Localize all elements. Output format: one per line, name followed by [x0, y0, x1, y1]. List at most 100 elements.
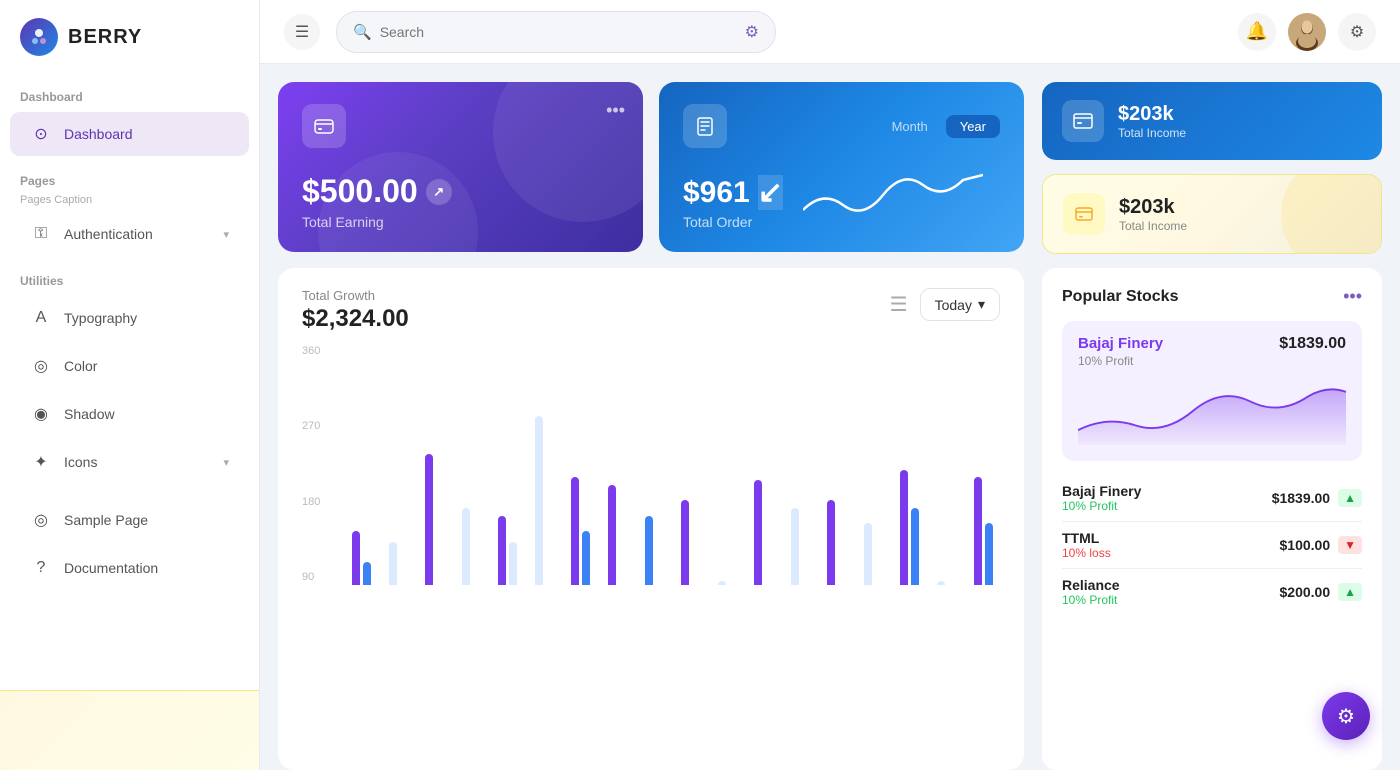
- top-cards: ••• $500.00 ↗ Total Earning: [278, 82, 1024, 252]
- sidebar-item-icons-label: Icons: [64, 454, 97, 470]
- bar: [509, 542, 517, 585]
- income-card-blue: $203k Total Income: [1042, 82, 1382, 160]
- order-amount: $961 ↙: [683, 175, 783, 210]
- bar: [864, 523, 872, 585]
- sidebar-item-documentation[interactable]: ? Documentation: [10, 546, 249, 590]
- bar-chart: 360 270 180 90: [302, 345, 1000, 585]
- earning-card-menu-icon[interactable]: •••: [606, 100, 625, 121]
- utilities-section-label: Utilities: [0, 258, 259, 294]
- bar-group: [571, 477, 598, 585]
- bar: [352, 531, 360, 585]
- sidebar-item-color-label: Color: [64, 358, 97, 374]
- sidebar-item-typography[interactable]: A Typography: [10, 296, 249, 340]
- sidebar-item-color[interactable]: ◎ Color: [10, 344, 249, 388]
- sidebar-item-auth-label: Authentication: [64, 226, 153, 242]
- stock-name: Reliance: [1062, 577, 1120, 593]
- sidebar-item-sample-page[interactable]: ◎ Sample Page: [10, 498, 249, 542]
- bar-group: [681, 500, 708, 585]
- bar-group: [900, 470, 927, 585]
- income-yellow-amount: $203k: [1119, 196, 1187, 219]
- hamburger-button[interactable]: ☰: [284, 14, 320, 50]
- income-yellow-label: Total Income: [1119, 219, 1187, 233]
- user-avatar[interactable]: [1288, 13, 1326, 51]
- sidebar-item-typography-label: Typography: [64, 310, 137, 326]
- sidebar: BERRY Dashboard ⊙ Dashboard Pages Pages …: [0, 0, 260, 770]
- header-settings-button[interactable]: ⚙: [1338, 13, 1376, 51]
- chart-title: Total Growth: [302, 288, 409, 303]
- tab-month[interactable]: Month: [878, 115, 942, 138]
- bar: [985, 523, 993, 585]
- logo-icon: [20, 18, 58, 56]
- featured-stock-name: Bajaj Finery: [1078, 335, 1163, 352]
- bar: [582, 531, 590, 585]
- bar: [535, 416, 543, 585]
- bar: [608, 485, 616, 585]
- tab-year[interactable]: Year: [946, 115, 1000, 138]
- sidebar-item-dashboard[interactable]: ⊙ Dashboard: [10, 112, 249, 156]
- sidebar-item-authentication[interactable]: ⚿ Authentication ▾: [10, 212, 249, 256]
- bar-group: [791, 508, 818, 585]
- bar: [911, 508, 919, 585]
- stock-rows: Bajaj Finery 10% Profit $1839.00 ▲ TTML …: [1062, 475, 1362, 615]
- logo-text: BERRY: [68, 26, 142, 49]
- earning-trend-icon: ↗: [426, 179, 452, 205]
- featured-stock-box: Bajaj Finery 10% Profit $1839.00: [1062, 321, 1362, 461]
- sidebar-item-sample-label: Sample Page: [64, 512, 148, 528]
- featured-stock-chart: [1078, 376, 1346, 446]
- bar-group: [645, 516, 672, 585]
- bar-group: [754, 480, 781, 585]
- chart-menu-icon[interactable]: ☰: [890, 292, 908, 317]
- today-button[interactable]: Today ▾: [920, 288, 1000, 321]
- stock-info: TTML 10% loss: [1062, 530, 1111, 560]
- settings-icon: ⚙: [1350, 22, 1364, 42]
- bar: [937, 581, 945, 585]
- stock-trend-badge: ▼: [1338, 536, 1362, 554]
- color-icon: ◎: [30, 355, 52, 377]
- bar: [681, 500, 689, 585]
- bell-icon: 🔔: [1246, 21, 1268, 42]
- bar-group: [864, 523, 891, 585]
- bar: [900, 470, 908, 585]
- stocks-menu-icon[interactable]: •••: [1343, 286, 1362, 307]
- stock-price: $100.00: [1280, 537, 1331, 553]
- order-card: Month Year $961 ↙ Total Order: [659, 82, 1024, 252]
- sidebar-item-icons[interactable]: ✦ Icons ▾: [10, 440, 249, 484]
- chevron-down-icon: ▾: [978, 296, 985, 313]
- bar-group: [608, 485, 635, 585]
- bar-group: [389, 542, 416, 585]
- stocks-header: Popular Stocks •••: [1062, 286, 1362, 307]
- bar: [754, 480, 762, 585]
- income-blue-icon: [1062, 100, 1104, 142]
- bar-group: [535, 416, 562, 585]
- bar-group: [937, 581, 964, 585]
- income-blue-label: Total Income: [1118, 126, 1186, 140]
- chart-header: Total Growth $2,324.00 ☰ Today ▾: [302, 288, 1000, 333]
- sidebar-item-docs-label: Documentation: [64, 560, 158, 576]
- fab-icon: ⚙: [1337, 704, 1355, 729]
- typography-icon: A: [30, 307, 52, 329]
- stock-price: $1839.00: [1272, 490, 1330, 506]
- notification-button[interactable]: 🔔: [1238, 13, 1276, 51]
- sidebar-bottom-card: [0, 690, 259, 770]
- sidebar-item-shadow-label: Shadow: [64, 406, 115, 422]
- bar-group: [827, 500, 854, 585]
- sidebar-item-dashboard-label: Dashboard: [64, 126, 133, 142]
- bar: [363, 562, 371, 585]
- order-label: Total Order: [683, 214, 783, 230]
- auth-chevron-icon: ▾: [223, 228, 229, 241]
- chart-amount: $2,324.00: [302, 305, 409, 333]
- stock-sub: 10% Profit: [1062, 593, 1120, 607]
- search-icon: 🔍: [353, 23, 372, 41]
- bar-group: [974, 477, 1001, 585]
- auth-icon: ⚿: [30, 223, 52, 245]
- fab-button[interactable]: ⚙: [1322, 692, 1370, 740]
- bar: [791, 508, 799, 585]
- bar: [974, 477, 982, 585]
- logo-area: BERRY: [0, 0, 259, 74]
- bar-group: [425, 454, 452, 585]
- search-input[interactable]: [380, 24, 737, 40]
- sidebar-item-shadow[interactable]: ◉ Shadow: [10, 392, 249, 436]
- bar: [462, 508, 470, 585]
- filter-icon[interactable]: ⚙: [745, 22, 759, 42]
- content-right: $203k Total Income $203k Total Income: [1042, 82, 1382, 770]
